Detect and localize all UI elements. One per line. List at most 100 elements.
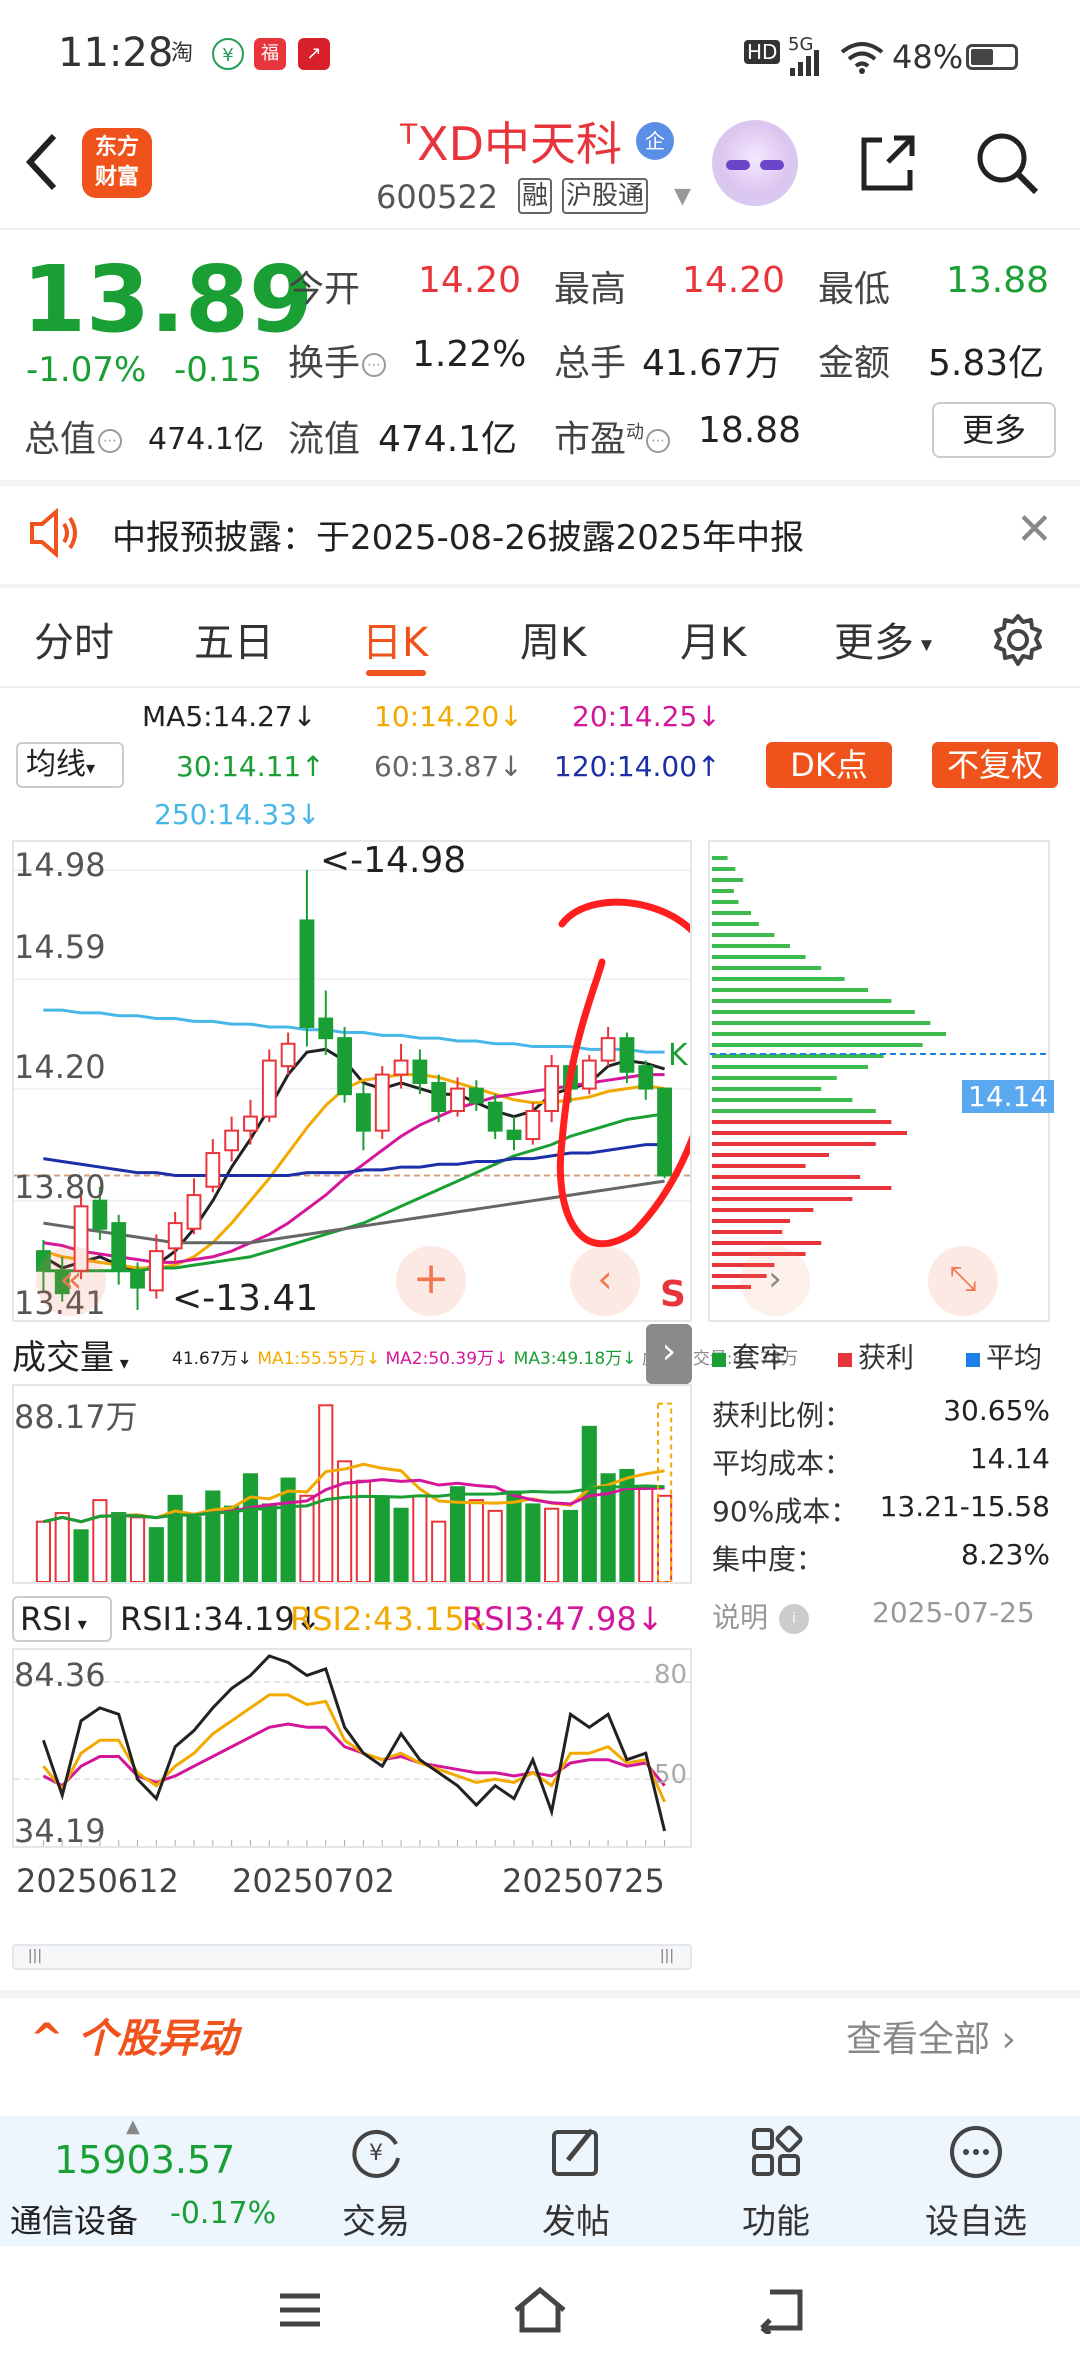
chip-bar: [712, 944, 790, 948]
chip-bar: [712, 1032, 946, 1036]
back-button[interactable]: [22, 120, 82, 200]
info-icon[interactable]: ⋯: [362, 353, 387, 377]
scroll-far-left-icon[interactable]: «: [36, 1246, 106, 1316]
sector-index-value[interactable]: 15903.57: [54, 2138, 235, 2182]
avatar-eye-right: [760, 160, 784, 170]
assistant-avatar[interactable]: [712, 120, 798, 206]
tab-more[interactable]: 更多 ▾: [834, 610, 932, 668]
volume-bar: [224, 1505, 240, 1582]
range-handle-right[interactable]: |||: [652, 1948, 682, 1966]
rsi-right-tick-50: 50: [654, 1760, 688, 1790]
tabs-divider: [0, 686, 1080, 688]
candle: [581, 1059, 597, 1090]
note-link[interactable]: 说明 i: [712, 1596, 811, 1636]
notice-text[interactable]: 中报预披露：于2025-08-26披露2025年中报: [112, 510, 804, 559]
candle: [130, 1269, 145, 1289]
back-arrow-icon: [25, 133, 57, 191]
x-label-2: 20250702: [232, 1862, 395, 1900]
app-logo[interactable]: 东方 财富: [82, 128, 152, 198]
rsi-max-label: 84.36: [14, 1656, 106, 1694]
chip-bar: [712, 1241, 822, 1245]
panel-toggle-button[interactable]: ›: [646, 1324, 692, 1384]
features-button[interactable]: 功能: [706, 2122, 846, 2243]
turnover-value: 1.22%: [412, 334, 527, 375]
gear-icon[interactable]: [990, 612, 1046, 668]
ma30-value: 30:14.11↑: [176, 750, 325, 783]
ma250-value: 250:14.33↓: [154, 798, 321, 831]
volume-bar: [657, 1494, 673, 1582]
edit-icon: [552, 2128, 598, 2176]
ma-select[interactable]: 均线▾: [16, 742, 124, 788]
trade-button[interactable]: ¥ 交易: [306, 2122, 446, 2243]
range-scrollbar[interactable]: ||| |||: [12, 1944, 692, 1970]
volume-select[interactable]: 成交量 ▾: [12, 1330, 164, 1378]
rsi-chart[interactable]: [12, 1648, 692, 1848]
more-quote-button[interactable]: 更多: [932, 402, 1056, 458]
candle: [431, 1081, 447, 1113]
notice-divider: [0, 584, 1080, 588]
candle: [506, 1129, 522, 1141]
concentration-label: 集中度：: [712, 1543, 825, 1576]
battery-icon: [966, 44, 1018, 70]
legend-profit-label: 获利: [858, 1341, 915, 1374]
volume-bar: [299, 1494, 315, 1582]
dk-point-button[interactable]: DK点: [766, 742, 892, 788]
volume-bar: [111, 1512, 127, 1582]
share-icon[interactable]: [852, 128, 922, 198]
volume-bar: [544, 1507, 560, 1582]
volume-bar: [487, 1509, 503, 1582]
legend-trapped: 套牢: [712, 1336, 788, 1376]
tab-intraday[interactable]: 分时: [34, 610, 114, 668]
stock-movement-title[interactable]: ^ 个股异动: [30, 2006, 237, 2064]
home-icon[interactable]: [512, 2284, 568, 2334]
view-all-link[interactable]: 查看全部 ›: [846, 2010, 1016, 2062]
rsi-select[interactable]: RSI ▾: [12, 1596, 112, 1642]
search-icon[interactable]: [972, 128, 1042, 198]
candle: [318, 1017, 334, 1040]
no-adjust-button[interactable]: 不复权: [932, 742, 1058, 788]
add-watchlist-button[interactable]: 设自选: [906, 2122, 1046, 2243]
candle: [224, 1129, 240, 1152]
k-marker: K: [668, 1038, 688, 1073]
vol-current: 41.67万↓: [172, 1349, 252, 1369]
avatar-eye-left: [726, 160, 750, 170]
chip-bar: [712, 900, 739, 904]
tab-daily-k[interactable]: 日K: [362, 610, 428, 668]
sector-index-name[interactable]: 通信设备: [10, 2196, 138, 2242]
avg-cost-row-value: 14.14: [969, 1442, 1050, 1475]
fullscreen-icon[interactable]: ⤡: [928, 1246, 998, 1316]
legend-profit: 获利: [838, 1336, 914, 1376]
candle: [337, 1037, 352, 1096]
close-icon[interactable]: ✕: [1016, 504, 1053, 555]
more-dots-icon: [950, 2126, 1002, 2178]
stock-name[interactable]: TXD中天科: [400, 108, 622, 174]
volume-bar: [506, 1490, 522, 1582]
enterprise-badge: 企: [636, 122, 674, 160]
scroll-left-icon[interactable]: ‹: [570, 1246, 640, 1316]
x-label-1: 20250612: [16, 1862, 179, 1900]
candle: [167, 1222, 183, 1250]
chevron-down-icon: ▾: [86, 758, 96, 779]
tab-monthly-k[interactable]: 月K: [680, 610, 746, 668]
post-button[interactable]: 发帖: [506, 2122, 646, 2243]
legend-trapped-swatch: [712, 1353, 726, 1367]
chip-bar: [712, 1219, 790, 1223]
volume-bar: [638, 1486, 654, 1582]
zoom-in-icon[interactable]: +: [396, 1246, 466, 1316]
tab-five-day[interactable]: 五日: [194, 610, 274, 668]
chip-expand-icon[interactable]: ›: [740, 1246, 810, 1316]
amount-value: 5.83亿: [928, 343, 1045, 384]
info-icon[interactable]: ⋯: [98, 429, 123, 453]
volume-bar: [468, 1499, 484, 1582]
y-tick-4: 13.80: [14, 1168, 106, 1206]
info-icon[interactable]: ⋯: [646, 429, 671, 453]
back-nav-icon[interactable]: [752, 2286, 808, 2334]
tab-weekly-k[interactable]: 周K: [520, 610, 586, 668]
ma-select-label: 均线: [26, 747, 86, 782]
volume-bar: [205, 1490, 221, 1582]
menu-icon[interactable]: [276, 2290, 324, 2330]
range-handle-left[interactable]: |||: [20, 1948, 50, 1966]
tags-dropdown-icon[interactable]: ▼: [674, 184, 691, 209]
change-amount: -0.15: [174, 350, 262, 390]
grid-icon: [752, 2125, 803, 2176]
